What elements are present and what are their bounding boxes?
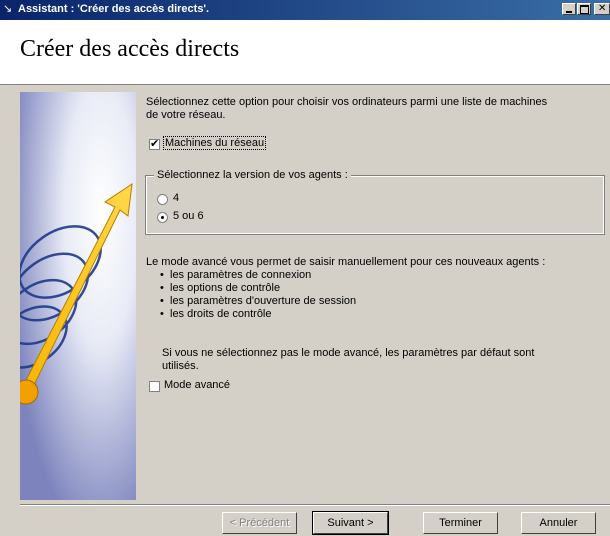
list-item: les droits de contrôle: [160, 308, 600, 321]
wizard-illustration: [0, 92, 136, 500]
network-machines-checkbox[interactable]: [149, 137, 160, 150]
list-item: les paramètres d'ouverture de session: [160, 295, 600, 308]
advanced-items-list: les paramètres de connexion les options …: [160, 269, 600, 321]
agent-version-group: [145, 175, 605, 235]
list-item: les options de contrôle: [160, 282, 600, 295]
wizard-illustration-icon: [0, 92, 136, 500]
intro-text-line1: Sélectionnez cette option pour choisir v…: [146, 96, 548, 108]
cancel-button[interactable]: Annuler: [521, 512, 596, 534]
default-note-line1: Si vous ne sélectionnez pas le mode avan…: [162, 347, 535, 359]
advanced-intro-text: Le mode avancé vous permet de saisir man…: [146, 256, 546, 268]
title-bar: ↘ Assistant : 'Créer des accès directs'.: [0, 0, 610, 20]
close-button[interactable]: [594, 3, 610, 15]
agent-version-4-label[interactable]: 4: [173, 192, 179, 204]
default-note-line2: utilisés.: [162, 360, 199, 372]
app-icon: ↘: [3, 3, 13, 15]
window-title: Assistant : 'Créer des accès directs'.: [18, 3, 210, 15]
previous-button[interactable]: < Précédent: [222, 512, 297, 534]
agent-version-5-6-label[interactable]: 5 ou 6: [173, 210, 204, 222]
next-button[interactable]: Suivant >: [312, 511, 389, 535]
footer-separator: [20, 504, 610, 506]
minimize-button[interactable]: [562, 3, 576, 15]
advanced-mode-label[interactable]: Mode avancé: [164, 379, 230, 391]
network-machines-label[interactable]: Machines du réseau: [162, 136, 267, 150]
maximize-button[interactable]: [577, 3, 591, 15]
list-item: les paramètres de connexion: [160, 269, 600, 282]
agent-version-legend: Sélectionnez la version de vos agents :: [154, 169, 351, 181]
agent-version-4-radio[interactable]: [157, 194, 168, 205]
advanced-mode-checkbox[interactable]: [149, 381, 160, 392]
intro-text-line2: de votre réseau.: [146, 109, 226, 121]
page-title: Créer des accès directs: [20, 36, 240, 62]
finish-button[interactable]: Terminer: [423, 512, 498, 534]
agent-version-5-6-radio[interactable]: [157, 212, 168, 223]
